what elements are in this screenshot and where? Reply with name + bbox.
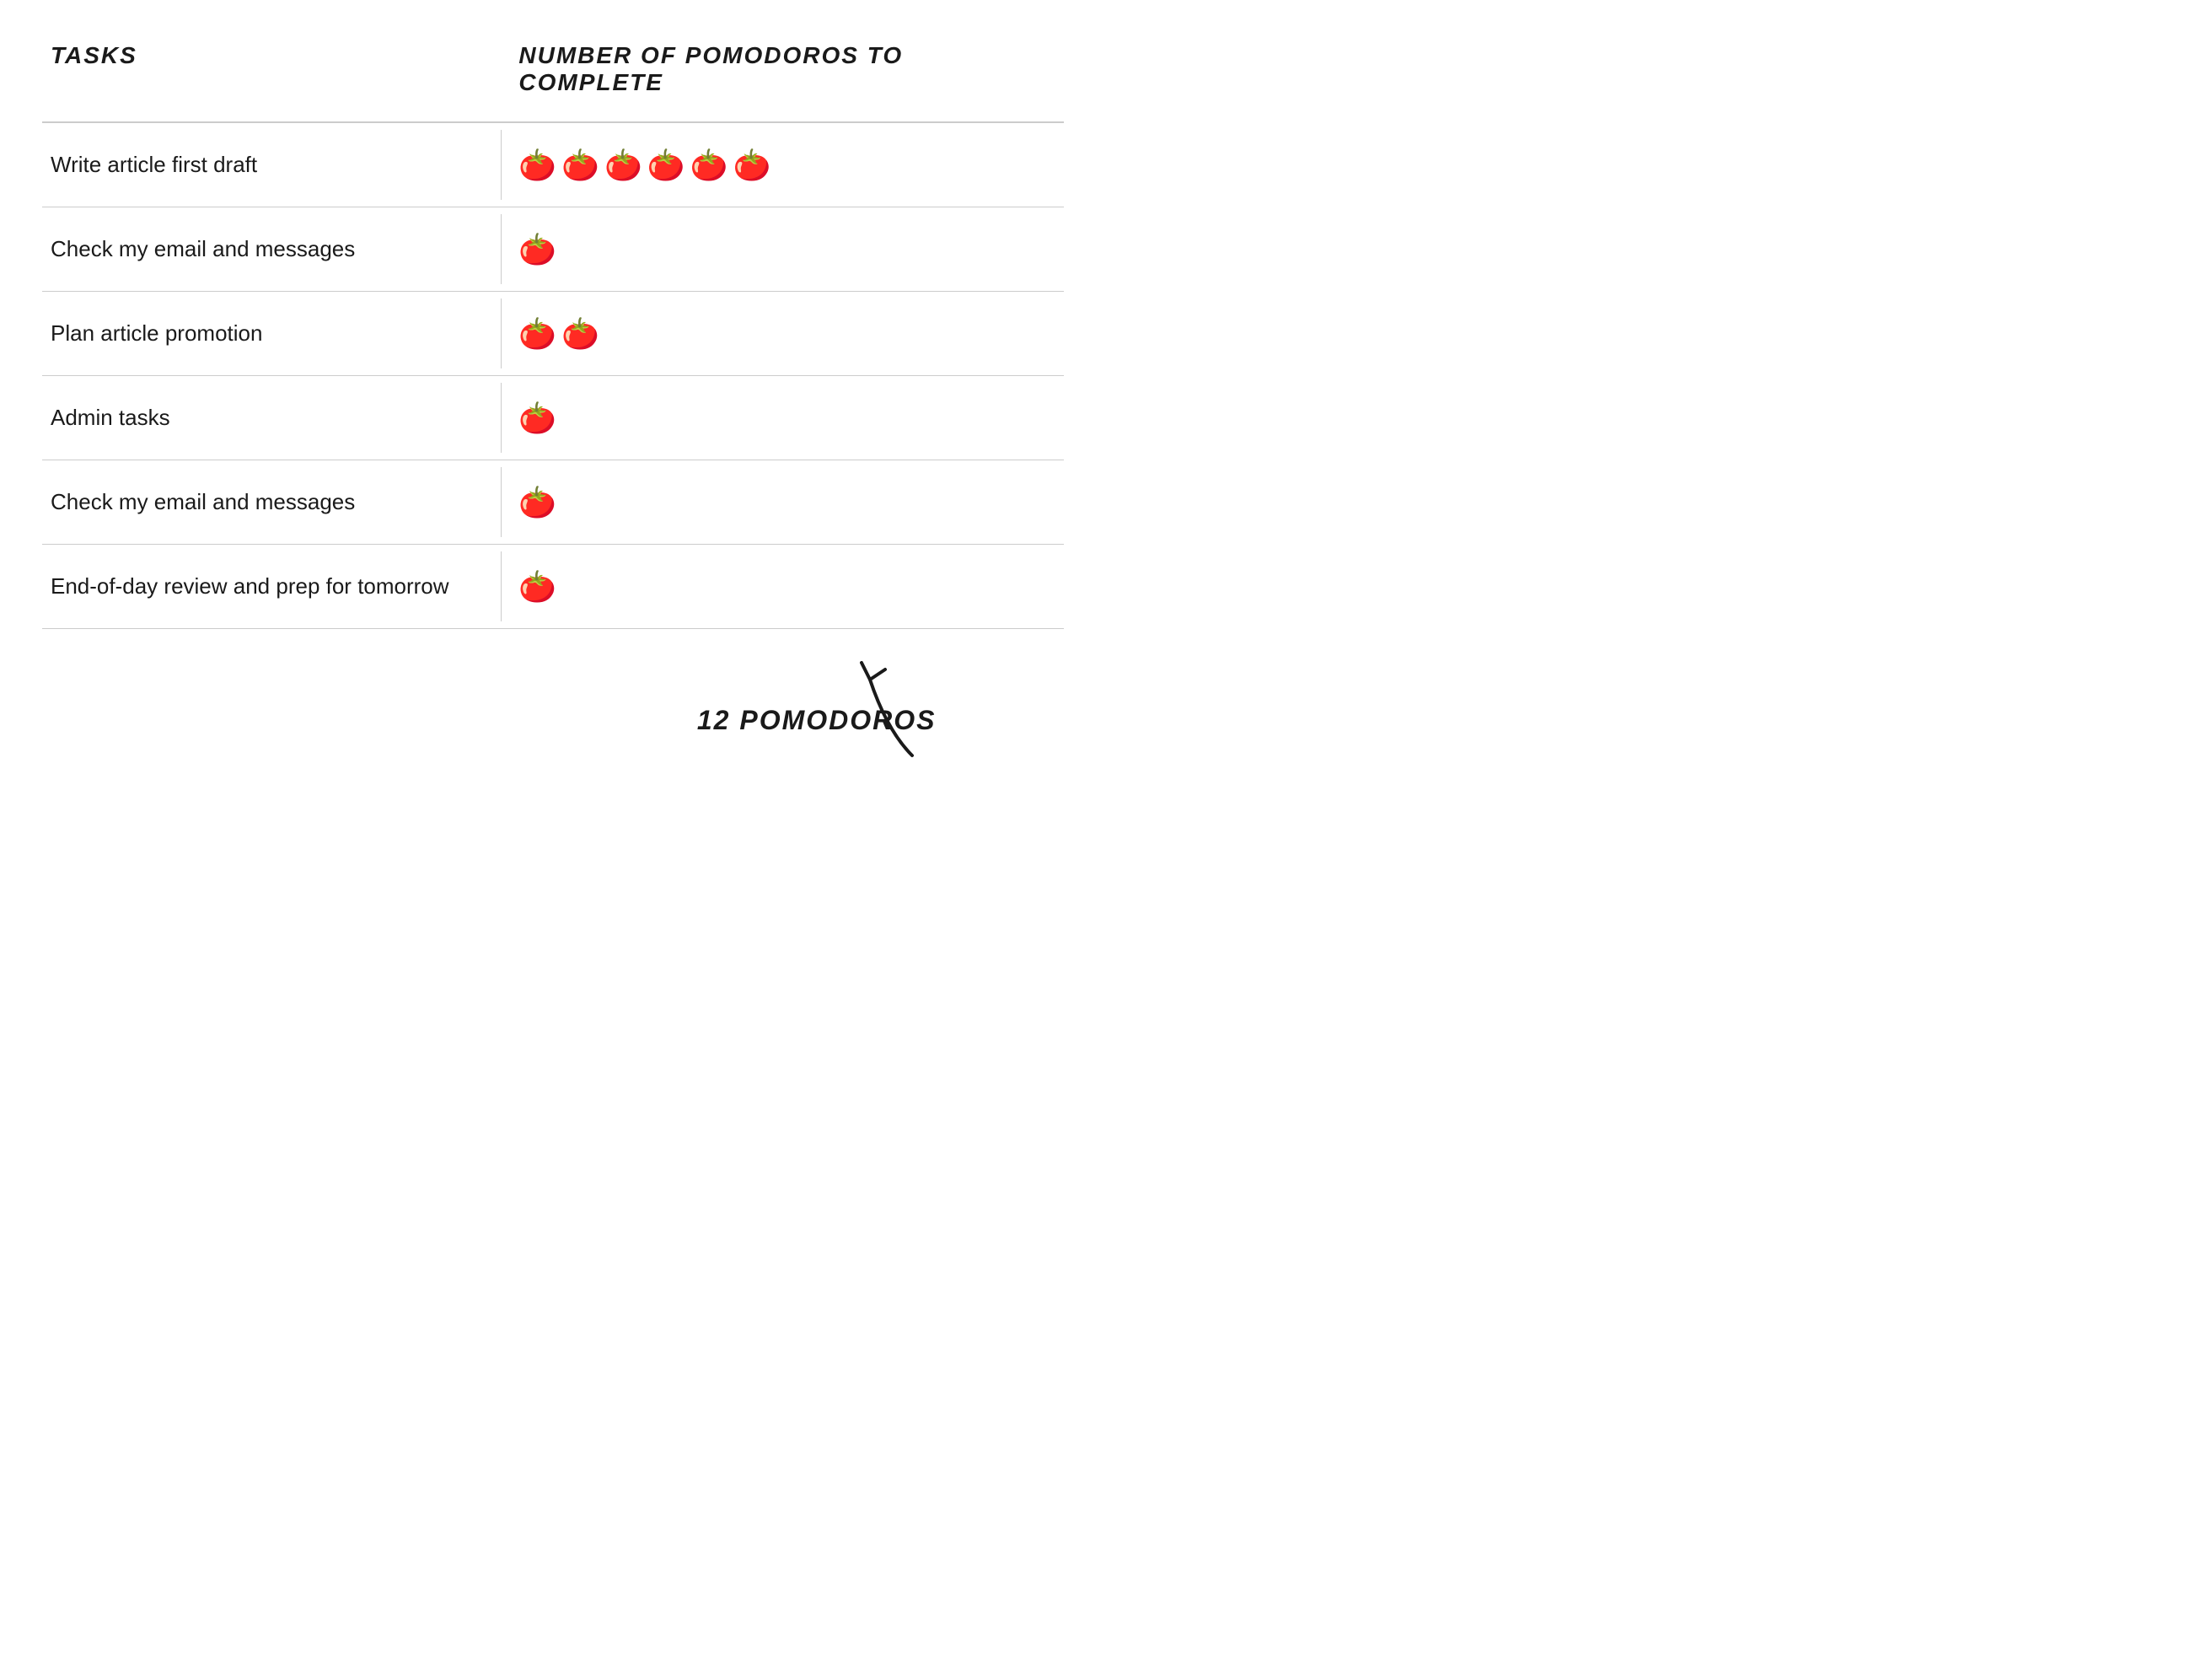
pomodoros-column-header: NUMBER OF POMODOROS TO COMPLETE	[502, 34, 1064, 105]
task-text-1: Check my email and messages	[51, 236, 355, 261]
tomato-icon: 🍅	[518, 319, 556, 349]
main-table: TASKS NUMBER OF POMODOROS TO COMPLETE Wr…	[42, 34, 1064, 736]
tomato-icon: 🍅	[518, 403, 556, 433]
task-text-3: Admin tasks	[51, 405, 170, 430]
pomodoros-cell-5: 🍅	[502, 551, 1064, 623]
task-cell-0: Write article first draft	[42, 130, 502, 201]
tomato-icon: 🍅	[561, 319, 599, 349]
tasks-header-text: TASKS	[51, 42, 137, 68]
task-cell-2: Plan article promotion	[42, 298, 502, 369]
tomato-icon: 🍅	[690, 150, 728, 180]
table-row: Check my email and messages 🍅	[42, 460, 1064, 545]
pomodoros-cell-2: 🍅🍅	[502, 298, 1064, 370]
tomato-icon: 🍅	[647, 150, 685, 180]
tasks-column-header: TASKS	[42, 34, 502, 105]
task-text-0: Write article first draft	[51, 152, 257, 177]
footer-left	[42, 637, 502, 736]
tomato-icon: 🍅	[518, 572, 556, 602]
table-header: TASKS NUMBER OF POMODOROS TO COMPLETE	[42, 34, 1064, 123]
arrow-icon	[836, 646, 937, 764]
table-row: Plan article promotion 🍅🍅	[42, 292, 1064, 376]
task-text-5: End-of-day review and prep for tomorrow	[51, 573, 449, 599]
task-text-4: Check my email and messages	[51, 489, 355, 514]
tomato-icon: 🍅	[561, 150, 599, 180]
table-body: Write article first draft🍅🍅🍅🍅🍅🍅Check my …	[42, 123, 1064, 629]
table-row: End-of-day review and prep for tomorrow 🍅	[42, 545, 1064, 629]
task-cell-4: Check my email and messages	[42, 467, 502, 538]
task-cell-3: Admin tasks	[42, 383, 502, 454]
tomato-icon: 🍅	[518, 150, 556, 180]
pomodoros-cell-0: 🍅🍅🍅🍅🍅🍅	[502, 129, 1064, 202]
tomato-icon: 🍅	[604, 150, 642, 180]
table-row: Check my email and messages 🍅	[42, 207, 1064, 292]
table-footer: 12 POMODOROS	[42, 629, 1064, 736]
tomato-icon: 🍅	[518, 487, 556, 518]
tomato-icon: 🍅	[733, 150, 771, 180]
task-cell-5: End-of-day review and prep for tomorrow	[42, 551, 502, 622]
task-text-2: Plan article promotion	[51, 320, 262, 346]
pomodoros-cell-3: 🍅	[502, 382, 1064, 454]
footer-right: 12 POMODOROS	[502, 637, 1064, 736]
pomodoros-cell-4: 🍅	[502, 466, 1064, 539]
table-row: Admin tasks 🍅	[42, 376, 1064, 460]
table-row: Write article first draft🍅🍅🍅🍅🍅🍅	[42, 123, 1064, 207]
pomodoros-cell-1: 🍅	[502, 213, 1064, 286]
tomato-icon: 🍅	[518, 234, 556, 265]
pomodoros-header-text: NUMBER OF POMODOROS TO COMPLETE	[518, 42, 903, 95]
task-cell-1: Check my email and messages	[42, 214, 502, 285]
